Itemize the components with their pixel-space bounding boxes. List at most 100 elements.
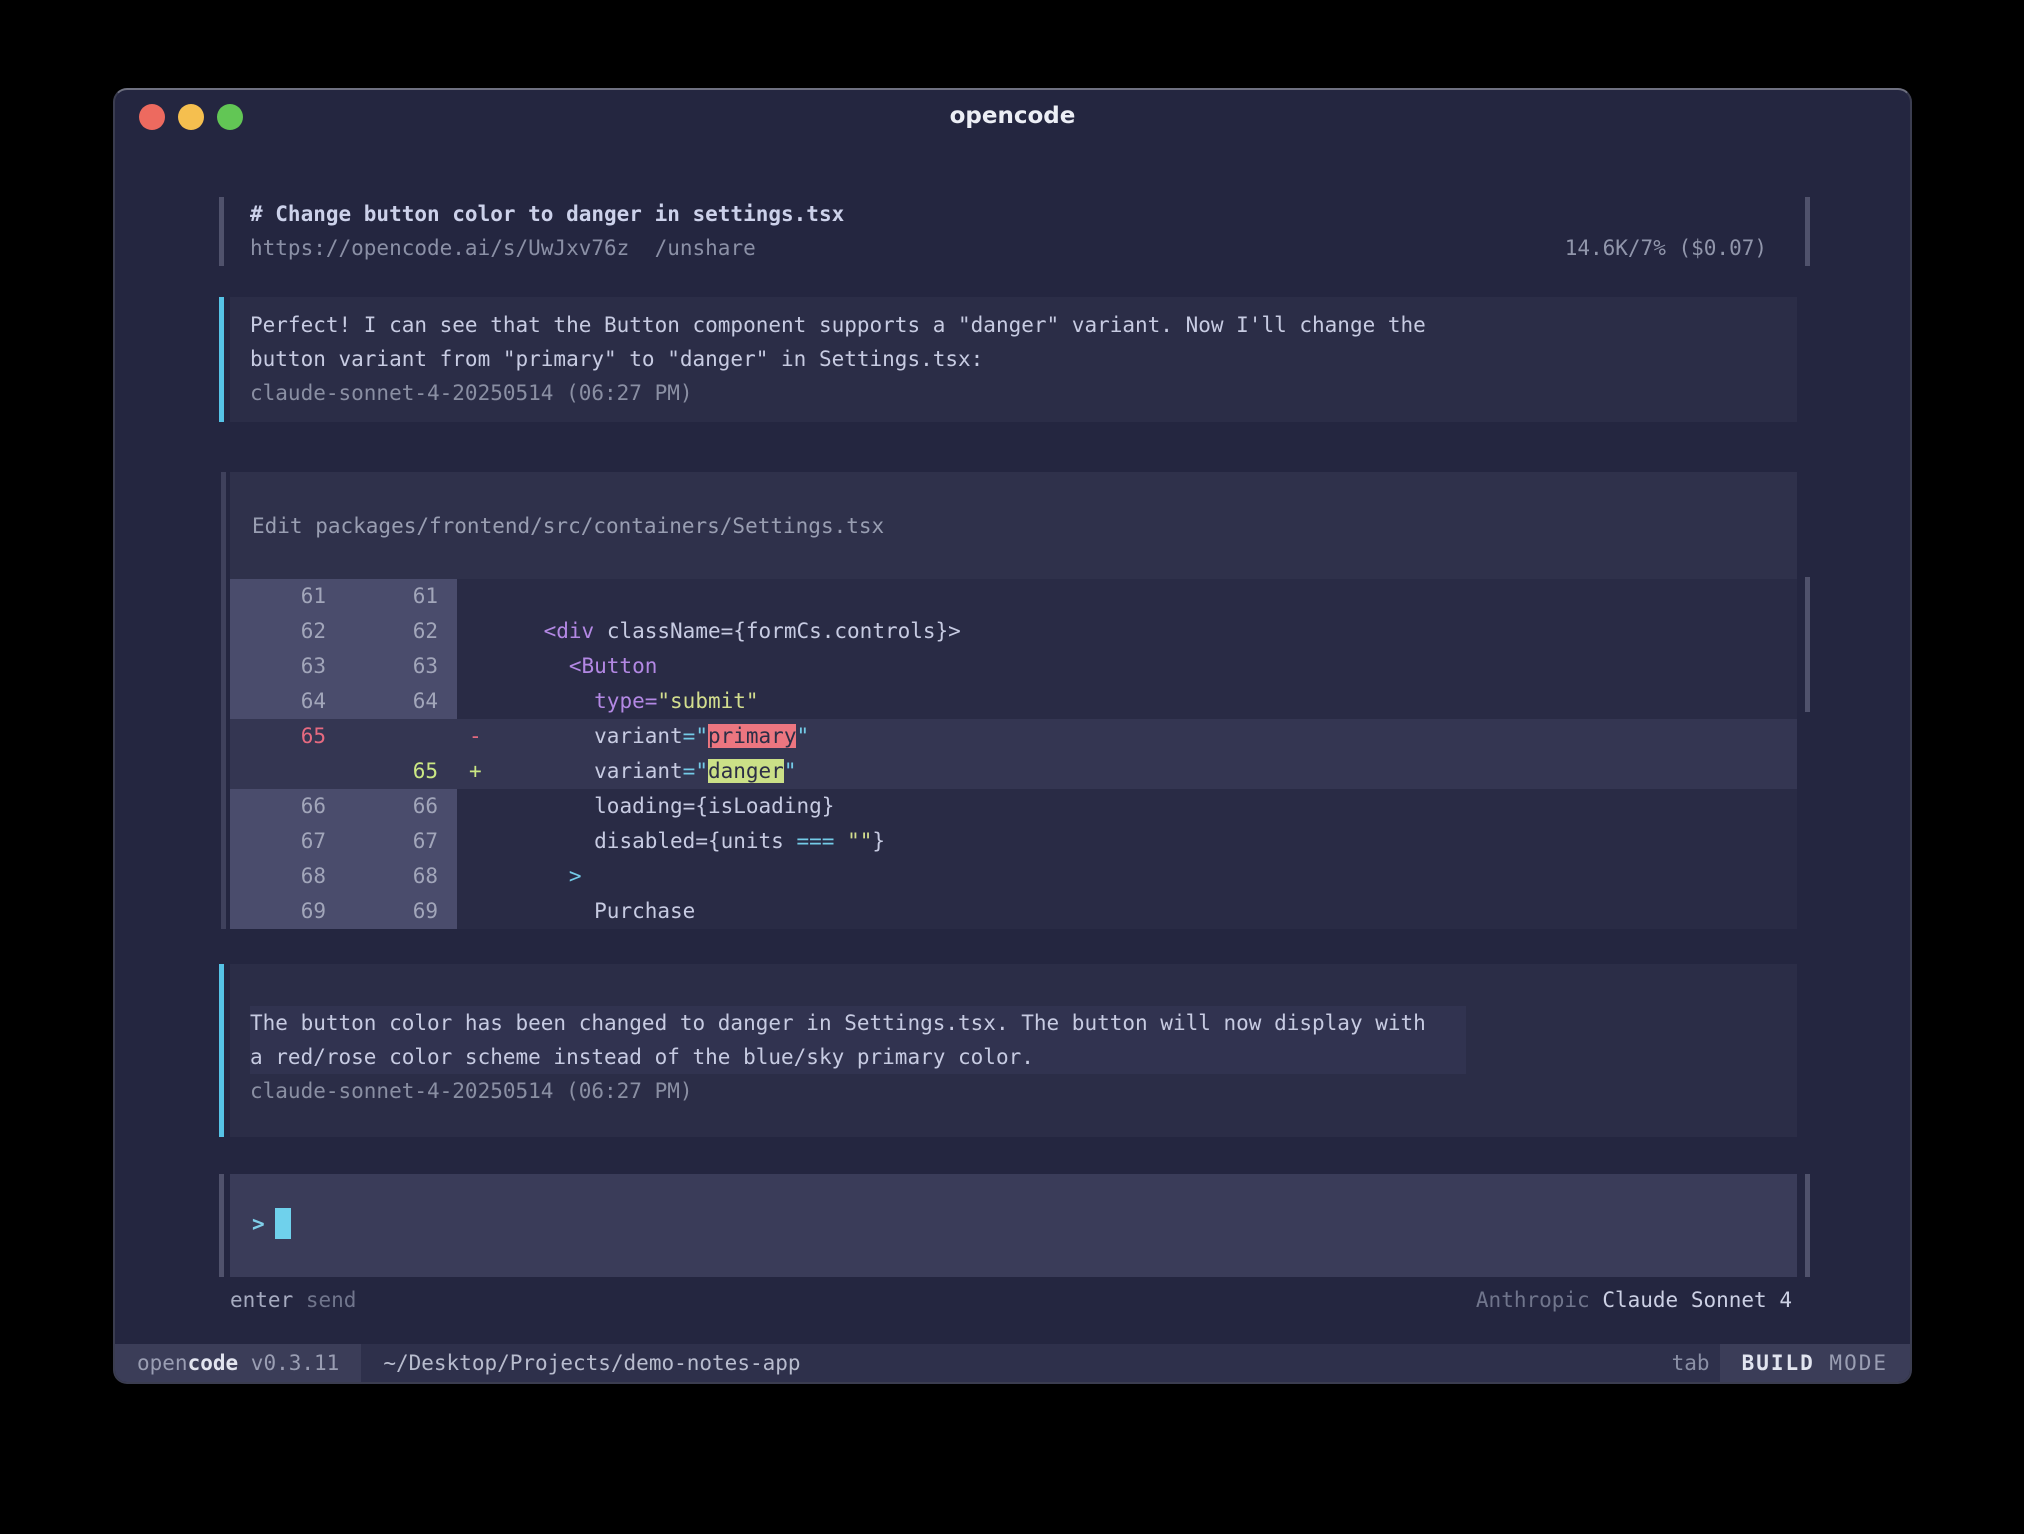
line-number-gutter: 6666 <box>230 789 457 824</box>
enter-key-hint: enter <box>230 1285 293 1315</box>
mode-name: BUILD <box>1742 1351 1815 1375</box>
diff-marker <box>457 789 493 824</box>
app-version: v0.3.11 <box>238 1351 339 1375</box>
diff-marker <box>457 649 493 684</box>
old-line-number: 64 <box>230 684 326 719</box>
diff-row: 6767 disabled={units === ""} <box>230 824 1797 859</box>
code-line: variant="danger" <box>493 754 796 789</box>
session-title: # Change button color to danger in setti… <box>230 197 1797 231</box>
old-line-number: 67 <box>230 824 326 859</box>
old-line-number: 65 <box>230 719 326 754</box>
code-line: <div className={formCs.controls}> <box>493 614 961 649</box>
diff-marker <box>457 614 493 649</box>
mode-badge[interactable]: BUILD MODE <box>1720 1344 1910 1382</box>
new-line-number: 68 <box>326 859 438 894</box>
new-line-number: 66 <box>326 789 438 824</box>
line-number-gutter: 65 <box>230 719 457 754</box>
mode-suffix: MODE <box>1815 1351 1888 1375</box>
code-line: Purchase <box>493 894 695 929</box>
provider-label: Anthropic <box>1476 1288 1602 1312</box>
new-line-number: 62 <box>326 614 438 649</box>
diff-marker: + <box>457 754 493 789</box>
old-line-number: 62 <box>230 614 326 649</box>
code-line: loading={isLoading} <box>493 789 834 824</box>
new-line-number: 64 <box>326 684 438 719</box>
diff-marker <box>457 579 493 614</box>
desktop: { "window": { "title": "opencode" }, "co… <box>0 0 2024 1534</box>
diff-marker <box>457 859 493 894</box>
old-line-number: 66 <box>230 789 326 824</box>
app-name-code: code <box>188 1351 239 1375</box>
opencode-window: opencode # Change button color to danger… <box>113 88 1912 1384</box>
message-text: The button color has been changed to dan… <box>250 1006 1466 1074</box>
message-meta: claude-sonnet-4-20250514 (06:27 PM) <box>250 1074 1777 1108</box>
code-line: <Button <box>493 649 657 684</box>
code-line: disabled={units === ""} <box>493 824 885 859</box>
diff-row: 65 + variant="danger" <box>230 754 1797 789</box>
code-line: type="submit" <box>493 684 759 719</box>
unshare-link[interactable]: /unshare <box>629 231 755 265</box>
message-text: Perfect! I can see that the Button compo… <box>250 308 1777 376</box>
title-bar: opencode <box>115 90 1910 144</box>
model-indicator: Anthropic Claude Sonnet 4 <box>1476 1285 1792 1315</box>
diff-card: Edit packages/frontend/src/containers/Se… <box>230 472 1797 929</box>
diff-row: 6969 Purchase <box>230 894 1797 929</box>
share-header-left-rail <box>219 197 224 266</box>
old-line-number <box>230 754 326 789</box>
new-line-number: 65 <box>326 754 438 789</box>
assistant-message-rail <box>219 297 224 422</box>
diff-marker <box>457 684 493 719</box>
share-info-row: https://opencode.ai/s/UwJxv76z /unshare … <box>230 231 1797 265</box>
diff-row: 6868 > <box>230 859 1797 894</box>
diff-rows: 61616262 <div className={formCs.controls… <box>230 579 1797 929</box>
share-url-link[interactable]: https://opencode.ai/s/UwJxv76z <box>250 231 629 265</box>
code-line: variant="primary" <box>493 719 809 754</box>
diff-row: 6666 loading={isLoading} <box>230 789 1797 824</box>
working-directory: ~/Desktop/Projects/demo-notes-app <box>383 1351 800 1375</box>
composer-left-rail <box>219 1174 224 1277</box>
line-number-gutter: 6464 <box>230 684 457 719</box>
scrollbar-thumb[interactable] <box>1805 577 1810 712</box>
old-line-number: 68 <box>230 859 326 894</box>
prompt-input[interactable]: > <box>230 1174 1797 1277</box>
line-number-gutter: 6262 <box>230 614 457 649</box>
old-line-number: 69 <box>230 894 326 929</box>
assistant-message-rail <box>219 964 224 1137</box>
diff-marker <box>457 824 493 859</box>
share-header: # Change button color to danger in setti… <box>230 197 1797 270</box>
diff-row: 6363 <Button <box>230 649 1797 684</box>
message-meta: claude-sonnet-4-20250514 (06:27 PM) <box>250 376 1777 410</box>
old-line-number: 63 <box>230 649 326 684</box>
diff-row: 6161 <box>230 579 1797 614</box>
diff-row: 65 - variant="primary" <box>230 719 1797 754</box>
send-hint-label: send <box>293 1285 356 1315</box>
line-number-gutter: 6767 <box>230 824 457 859</box>
diff-marker: - <box>457 719 493 754</box>
assistant-message-1: Perfect! I can see that the Button compo… <box>230 297 1797 422</box>
diff-marker <box>457 894 493 929</box>
diff-row: 6262 <div className={formCs.controls}> <box>230 614 1797 649</box>
diff-tool-header: Edit packages/frontend/src/containers/Se… <box>230 472 1797 579</box>
share-header-right-rail <box>1805 197 1810 266</box>
line-number-gutter: 65 <box>230 754 457 789</box>
hint-row: enter send Anthropic Claude Sonnet 4 <box>230 1285 1792 1315</box>
line-number-gutter: 6868 <box>230 859 457 894</box>
new-line-number: 63 <box>326 649 438 684</box>
app-name-open: open <box>137 1351 188 1375</box>
new-line-number: 69 <box>326 894 438 929</box>
new-line-number <box>326 719 438 754</box>
diff-card-left-rail <box>221 472 226 929</box>
model-label: Claude Sonnet 4 <box>1602 1288 1792 1312</box>
assistant-message-2: The button color has been changed to dan… <box>230 964 1797 1137</box>
new-line-number: 67 <box>326 824 438 859</box>
token-usage: 14.6K/7% ($0.07) <box>1565 231 1767 265</box>
app-version-segment: opencode v0.3.11 <box>115 1344 361 1382</box>
prompt-chevron-icon: > <box>252 1212 265 1236</box>
window-title: opencode <box>115 103 1910 129</box>
line-number-gutter: 6969 <box>230 894 457 929</box>
line-number-gutter: 6363 <box>230 649 457 684</box>
code-line: > <box>493 859 582 894</box>
status-bar: opencode v0.3.11 ~/Desktop/Projects/demo… <box>115 1344 1910 1382</box>
line-number-gutter: 6161 <box>230 579 457 614</box>
tab-key-hint: tab <box>1672 1351 1710 1375</box>
